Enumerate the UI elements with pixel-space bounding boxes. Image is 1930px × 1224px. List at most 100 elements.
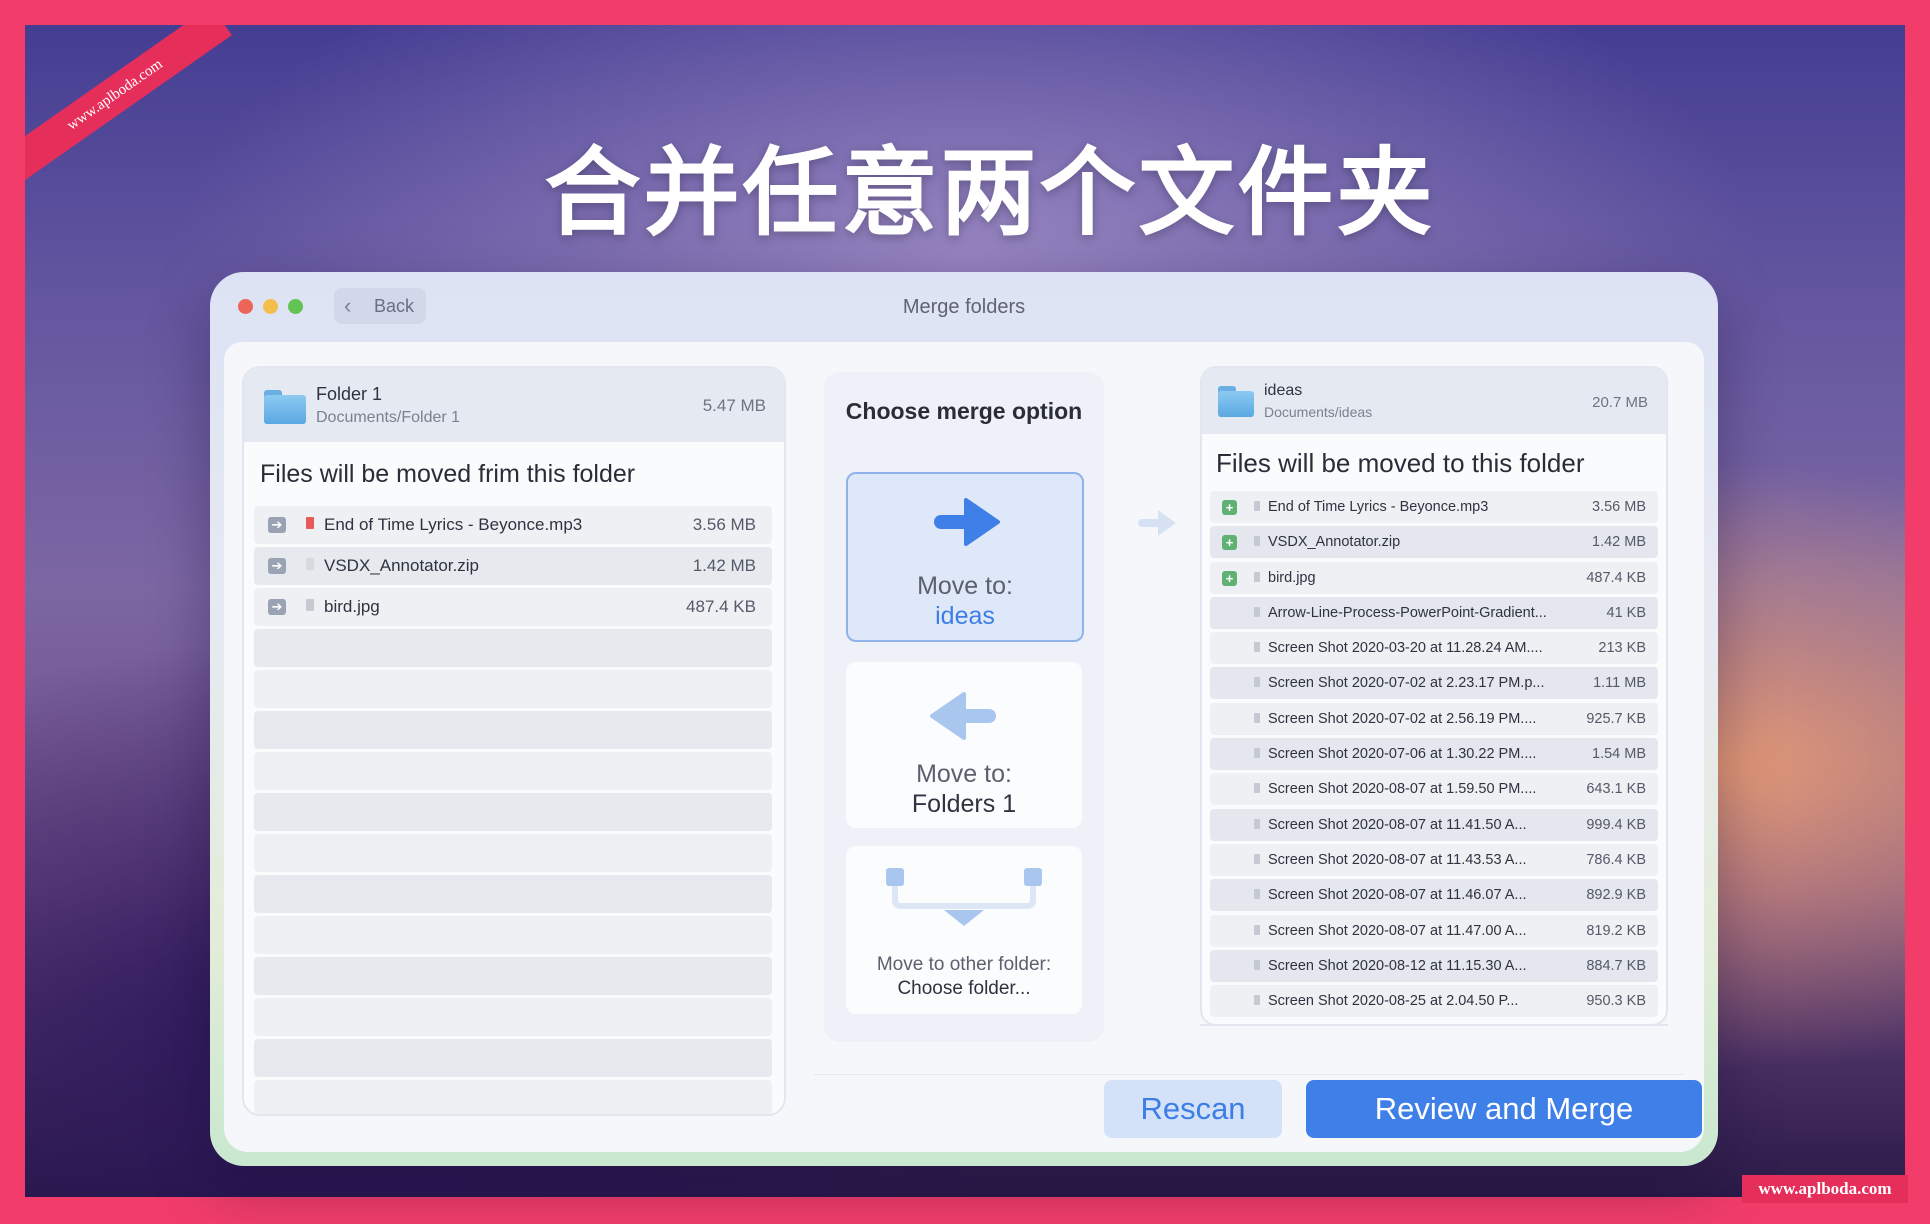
option-move-to-ideas[interactable]: Move to: ideas bbox=[846, 472, 1084, 642]
file-icon bbox=[1254, 642, 1260, 653]
title-bar: ‹ Back Merge folders bbox=[210, 272, 1718, 342]
source-file-row[interactable]: ➔ End of Time Lyrics - Beyonce.mp3 3.56 MB bbox=[254, 506, 772, 544]
file-size: 1.42 MB bbox=[1592, 534, 1646, 551]
file-icon bbox=[1254, 748, 1260, 759]
file-size: 1.54 MB bbox=[1592, 746, 1646, 763]
file-name: Screen Shot 2020-08-12 at 11.15.30 A... bbox=[1268, 957, 1527, 974]
source-folder-path: Documents/Folder 1 bbox=[316, 409, 461, 426]
arrow-left-icon bbox=[930, 692, 996, 740]
file-name: Screen Shot 2020-03-20 at 11.28.24 AM...… bbox=[1268, 640, 1543, 657]
destination-caption: Files will be moved to this folder bbox=[1216, 448, 1585, 478]
destination-file-row[interactable]: Screen Shot 2020-08-07 at 11.43.53 A... 7… bbox=[1210, 843, 1658, 876]
file-icon bbox=[1254, 677, 1260, 688]
destination-folder-name: ideas bbox=[1264, 382, 1303, 399]
file-name: End of Time Lyrics - Beyonce.mp3 bbox=[324, 515, 583, 534]
file-name: Screen Shot 2020-08-07 at 11.47.00 A... bbox=[1268, 922, 1527, 939]
destination-file-row[interactable]: + bird.jpg 487.4 KB bbox=[1210, 561, 1658, 594]
source-folder-name: Folder 1 bbox=[316, 384, 383, 404]
destination-file-row[interactable]: Screen Shot 2020-07-02 at 2.23.17 PM.p..… bbox=[1210, 667, 1658, 700]
file-size: 487.4 KB bbox=[686, 597, 756, 616]
source-folder-size: 5.47 MB bbox=[702, 396, 766, 415]
file-icon bbox=[1254, 783, 1260, 794]
divider bbox=[814, 1074, 1684, 1075]
file-icon bbox=[1254, 959, 1260, 970]
destination-file-row[interactable]: Screen Shot 2020-08-07 at 11.46.07 A... 8… bbox=[1210, 879, 1658, 912]
window-title: Merge folders bbox=[902, 296, 1026, 318]
source-file-row[interactable]: ➔ bird.jpg 487.4 KB bbox=[254, 588, 772, 626]
move-icon: ➔ bbox=[268, 599, 286, 615]
empty-row bbox=[254, 1080, 772, 1114]
file-size: 487.4 KB bbox=[1586, 569, 1646, 586]
empty-row bbox=[254, 998, 772, 1036]
file-name: Screen Shot 2020-07-02 at 2.23.17 PM.p..… bbox=[1268, 675, 1545, 692]
destination-file-row[interactable]: Screen Shot 2020-08-25 at 2.04.50 P... 95… bbox=[1210, 985, 1658, 1018]
file-icon bbox=[1254, 501, 1260, 511]
file-size: 892.9 KB bbox=[1586, 887, 1646, 904]
direction-arrow-icon bbox=[1138, 510, 1176, 536]
destination-folder-path: Documents/ideas bbox=[1264, 404, 1373, 420]
review-and-merge-button[interactable]: Review and Merge bbox=[1306, 1080, 1702, 1138]
destination-folder-size: 20.7 MB bbox=[1592, 394, 1648, 411]
file-size: 950.3 KB bbox=[1586, 993, 1646, 1010]
file-name: VSDX_Annotator.zip bbox=[324, 556, 479, 575]
audio-file-icon bbox=[306, 517, 314, 529]
plus-icon: + bbox=[1222, 500, 1237, 515]
file-name: Screen Shot 2020-07-06 at 1.30.22 PM.... bbox=[1268, 746, 1537, 763]
file-icon bbox=[1254, 536, 1260, 547]
folder-icon bbox=[264, 390, 306, 424]
empty-row bbox=[254, 834, 772, 872]
destination-file-row[interactable]: Screen Shot 2020-08-07 at 11.47.00 A... 8… bbox=[1210, 914, 1658, 947]
folder-icon bbox=[1218, 386, 1254, 417]
file-size: 213 KB bbox=[1598, 640, 1646, 657]
option-move-to-other-folder[interactable]: Move to other folder: Choose folder... bbox=[846, 846, 1082, 1014]
empty-row bbox=[254, 793, 772, 831]
destination-file-row[interactable]: Screen Shot 2020-08-07 at 1.59.50 PM....… bbox=[1210, 773, 1658, 806]
destination-file-row[interactable]: Arrow-Line-Process-PowerPoint-Gradient..… bbox=[1210, 596, 1658, 629]
file-name: Screen Shot 2020-08-07 at 1.59.50 PM.... bbox=[1268, 781, 1537, 798]
file-icon bbox=[1254, 818, 1260, 829]
file-name: End of Time Lyrics - Beyonce.mp3 bbox=[1268, 499, 1489, 515]
file-icon bbox=[1254, 924, 1260, 935]
rescan-button[interactable]: Rescan bbox=[1104, 1080, 1282, 1138]
file-size: 3.56 MB bbox=[692, 515, 756, 534]
move-icon: ➔ bbox=[268, 517, 286, 533]
file-name: Screen Shot 2020-07-02 at 2.56.19 PM.... bbox=[1268, 710, 1537, 727]
source-folder-panel: Folder 1 Documents/Folder 1 5.47 MB File… bbox=[242, 366, 786, 1116]
destination-file-row[interactable]: + End of Time Lyrics - Beyonce.mp3 3.56 MB bbox=[1210, 491, 1658, 523]
file-icon bbox=[1254, 571, 1260, 582]
file-icon bbox=[1254, 712, 1260, 723]
file-name: Screen Shot 2020-08-07 at 11.43.53 A... bbox=[1268, 851, 1527, 868]
option3-line2: Choose folder... bbox=[897, 978, 1031, 999]
destination-file-row[interactable]: Screen Shot 2020-07-02 at 2.56.19 PM....… bbox=[1210, 702, 1658, 735]
plus-icon: + bbox=[1222, 570, 1237, 586]
empty-row bbox=[254, 629, 772, 667]
source-folder-header: Folder 1 Documents/Folder 1 5.47 MB bbox=[244, 368, 784, 442]
file-name: Screen Shot 2020-08-25 at 2.04.50 P... bbox=[1268, 993, 1519, 1010]
divider bbox=[1200, 1024, 1668, 1026]
file-icon bbox=[1254, 995, 1260, 1006]
option-move-to-folder1[interactable]: Move to: Folders 1 bbox=[846, 662, 1082, 828]
source-file-list: ➔ End of Time Lyrics - Beyonce.mp3 3.56 MB… bbox=[254, 506, 772, 1114]
image-file-icon bbox=[306, 599, 314, 611]
file-name: bird.jpg bbox=[324, 597, 380, 616]
empty-row bbox=[254, 752, 772, 790]
file-size: 925.7 KB bbox=[1586, 710, 1646, 727]
option1-line2: ideas bbox=[935, 602, 995, 630]
file-size: 41 KB bbox=[1606, 604, 1647, 621]
destination-file-row[interactable]: Screen Shot 2020-08-07 at 11.41.50 A... 9… bbox=[1210, 808, 1658, 841]
destination-file-row[interactable]: Screen Shot 2020-08-12 at 11.15.30 A... 8… bbox=[1210, 949, 1658, 982]
destination-file-row[interactable]: + VSDX_Annotator.zip 1.42 MB bbox=[1210, 526, 1658, 559]
file-size: 999.4 KB bbox=[1586, 816, 1646, 833]
file-name: bird.jpg bbox=[1268, 569, 1316, 586]
arrow-right-icon bbox=[934, 498, 1000, 546]
source-file-row[interactable]: ➔ VSDX_Annotator.zip 1.42 MB bbox=[254, 547, 772, 585]
destination-file-row[interactable]: Screen Shot 2020-03-20 at 11.28.24 AM...… bbox=[1210, 632, 1658, 665]
destination-file-row[interactable]: Screen Shot 2020-07-06 at 1.30.22 PM....… bbox=[1210, 738, 1658, 771]
file-name: VSDX_Annotator.zip bbox=[1268, 534, 1401, 551]
option2-line2: Folders 1 bbox=[911, 790, 1017, 818]
empty-row bbox=[254, 875, 772, 913]
empty-row bbox=[254, 711, 772, 749]
file-size: 643.1 KB bbox=[1586, 781, 1646, 798]
file-name: Arrow-Line-Process-PowerPoint-Gradient..… bbox=[1268, 604, 1547, 621]
destination-folder-panel: ideas Documents/ideas 20.7 MB Files will… bbox=[1200, 366, 1668, 1026]
